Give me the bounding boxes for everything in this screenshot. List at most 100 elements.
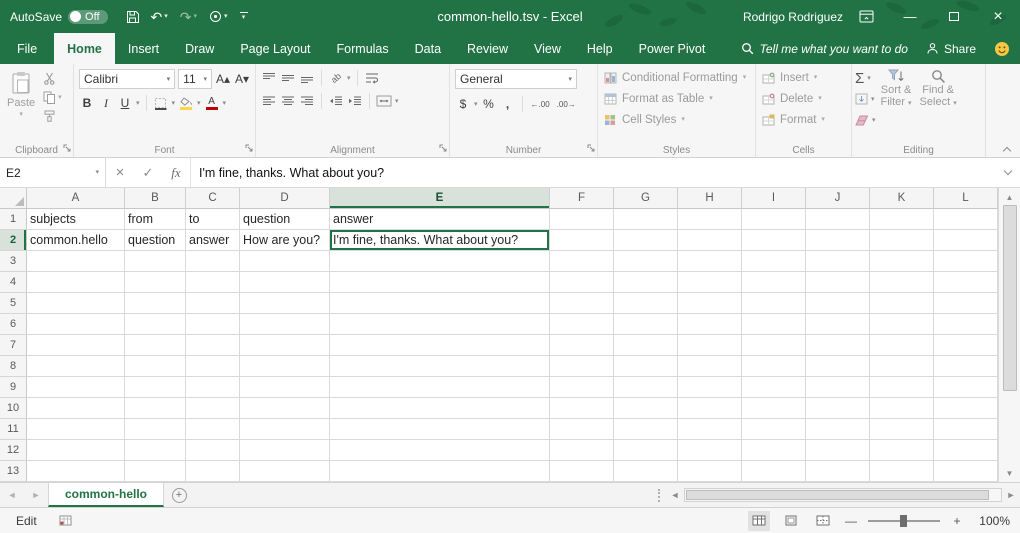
- cell-D2[interactable]: How are you?: [240, 230, 330, 251]
- close-button[interactable]: ×: [976, 0, 1020, 33]
- cell-A13[interactable]: [27, 461, 125, 482]
- cell-L7[interactable]: [934, 335, 998, 356]
- cell-L4[interactable]: [934, 272, 998, 293]
- borders-button[interactable]: [153, 94, 169, 112]
- find-select-button[interactable]: Find & Select ▾: [917, 67, 960, 129]
- redo-button[interactable]: ↷ ▾: [180, 10, 197, 24]
- tab-formulas[interactable]: Formulas: [324, 33, 402, 64]
- sheet-tab-common-hello[interactable]: common-hello: [48, 483, 164, 507]
- collapse-ribbon-button[interactable]: [1002, 145, 1012, 153]
- cell-A9[interactable]: [27, 377, 125, 398]
- cell-L9[interactable]: [934, 377, 998, 398]
- maximize-button[interactable]: [932, 0, 976, 33]
- cell-H7[interactable]: [678, 335, 742, 356]
- cell-A8[interactable]: [27, 356, 125, 377]
- cell-F4[interactable]: [550, 272, 614, 293]
- zoom-percent[interactable]: 100%: [974, 514, 1010, 528]
- format-cells-button[interactable]: Format ▾: [759, 109, 848, 130]
- tab-home[interactable]: Home: [54, 33, 115, 64]
- cell-B10[interactable]: [125, 398, 186, 419]
- hscroll-left-button[interactable]: ◄: [666, 483, 684, 507]
- tell-me-box[interactable]: Tell me what you want to do: [741, 42, 908, 56]
- cell-C4[interactable]: [186, 272, 240, 293]
- cell-K4[interactable]: [870, 272, 934, 293]
- cell-C11[interactable]: [186, 419, 240, 440]
- cell-A3[interactable]: [27, 251, 125, 272]
- tab-view[interactable]: View: [521, 33, 574, 64]
- cell-E11[interactable]: [330, 419, 550, 440]
- cell-L2[interactable]: [934, 230, 998, 251]
- cell-E6[interactable]: [330, 314, 550, 335]
- format-painter-button[interactable]: [43, 110, 62, 123]
- cell-K2[interactable]: [870, 230, 934, 251]
- cell-J8[interactable]: [806, 356, 870, 377]
- autosave-toggle[interactable]: AutoSave Off: [10, 10, 108, 24]
- feedback-smiley-button[interactable]: [994, 41, 1010, 57]
- cell-H12[interactable]: [678, 440, 742, 461]
- undo-button[interactable]: ↶ ▾: [151, 10, 168, 24]
- cell-E9[interactable]: [330, 377, 550, 398]
- conditional-formatting-button[interactable]: Conditional Formatting ▾: [601, 67, 752, 88]
- cell-G12[interactable]: [614, 440, 678, 461]
- sort-filter-button[interactable]: Sort & Filter ▾: [878, 67, 915, 129]
- row-header-6[interactable]: 6: [0, 314, 27, 335]
- normal-view-button[interactable]: [748, 511, 770, 531]
- cell-K7[interactable]: [870, 335, 934, 356]
- align-center-button[interactable]: [280, 92, 296, 110]
- zoom-out-button[interactable]: —: [844, 514, 858, 528]
- cell-B4[interactable]: [125, 272, 186, 293]
- cell-K5[interactable]: [870, 293, 934, 314]
- increase-font-size-button[interactable]: A▴: [215, 70, 231, 88]
- cell-A7[interactable]: [27, 335, 125, 356]
- cell-K13[interactable]: [870, 461, 934, 482]
- tab-power-pivot[interactable]: Power Pivot: [626, 33, 719, 64]
- formula-bar-expand-button[interactable]: [996, 158, 1020, 187]
- paste-button[interactable]: Paste ▾: [3, 67, 39, 123]
- cell-F3[interactable]: [550, 251, 614, 272]
- cell-I4[interactable]: [742, 272, 806, 293]
- merge-center-button[interactable]: [376, 92, 392, 110]
- cell-A1[interactable]: subjects: [27, 209, 125, 230]
- cell-G5[interactable]: [614, 293, 678, 314]
- insert-function-button[interactable]: fx: [162, 158, 190, 187]
- row-header-13[interactable]: 13: [0, 461, 27, 482]
- cell-D8[interactable]: [240, 356, 330, 377]
- cell-F2[interactable]: [550, 230, 614, 251]
- cell-J13[interactable]: [806, 461, 870, 482]
- save-button[interactable]: [126, 10, 139, 23]
- vertical-scrollbar-thumb[interactable]: [1003, 205, 1017, 391]
- cell-I9[interactable]: [742, 377, 806, 398]
- cell-C5[interactable]: [186, 293, 240, 314]
- cell-I10[interactable]: [742, 398, 806, 419]
- cell-G6[interactable]: [614, 314, 678, 335]
- cell-H11[interactable]: [678, 419, 742, 440]
- cell-J6[interactable]: [806, 314, 870, 335]
- cell-A5[interactable]: [27, 293, 125, 314]
- format-as-table-button[interactable]: Format as Table ▾: [601, 88, 752, 109]
- cell-E1[interactable]: answer: [330, 209, 550, 230]
- user-name[interactable]: Rodrigo Rodriguez: [743, 10, 843, 24]
- cell-I1[interactable]: [742, 209, 806, 230]
- cell-K6[interactable]: [870, 314, 934, 335]
- column-header-F[interactable]: F: [550, 188, 614, 209]
- tab-insert[interactable]: Insert: [115, 33, 172, 64]
- cell-B8[interactable]: [125, 356, 186, 377]
- zoom-slider[interactable]: [868, 520, 940, 522]
- decrease-decimal-button[interactable]: .00→: [555, 95, 578, 113]
- delete-cells-button[interactable]: Delete ▾: [759, 88, 848, 109]
- page-layout-view-button[interactable]: [780, 511, 802, 531]
- tab-file[interactable]: File: [0, 33, 54, 64]
- cell-I12[interactable]: [742, 440, 806, 461]
- row-header-9[interactable]: 9: [0, 377, 27, 398]
- cell-A11[interactable]: [27, 419, 125, 440]
- cell-H5[interactable]: [678, 293, 742, 314]
- cell-E2[interactable]: I'm fine, thanks. What about you?: [330, 230, 550, 251]
- cell-E5[interactable]: [330, 293, 550, 314]
- tab-draw[interactable]: Draw: [172, 33, 227, 64]
- row-header-11[interactable]: 11: [0, 419, 27, 440]
- underline-button[interactable]: U: [117, 94, 133, 112]
- cell-L12[interactable]: [934, 440, 998, 461]
- cell-G1[interactable]: [614, 209, 678, 230]
- cell-I3[interactable]: [742, 251, 806, 272]
- cell-L10[interactable]: [934, 398, 998, 419]
